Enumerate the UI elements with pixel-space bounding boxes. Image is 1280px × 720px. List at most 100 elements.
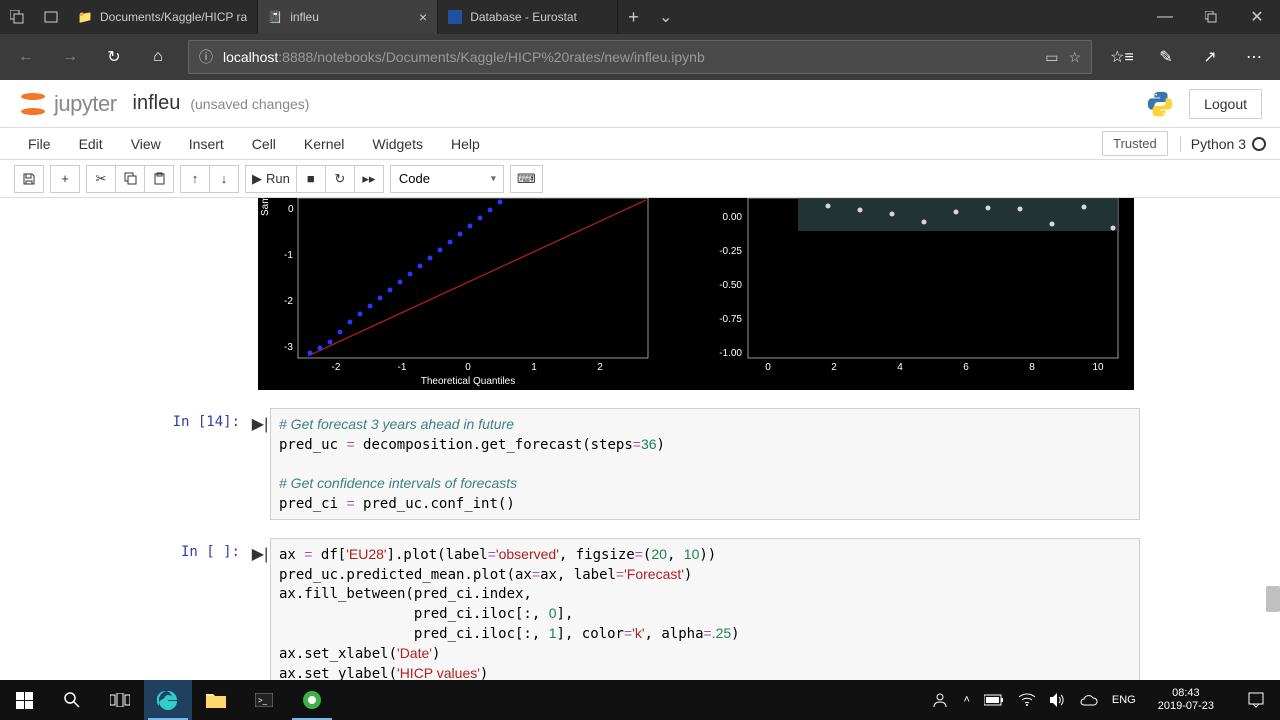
paste-button[interactable]: [144, 165, 174, 193]
scrollbar-thumb[interactable]: [1266, 586, 1280, 612]
plot-output: 0 -1 -2 -3 -2 -1 0 1 2 Theoretical Quant…: [258, 198, 1134, 390]
move-down-button[interactable]: ↓: [209, 165, 239, 193]
maximize-button[interactable]: [1188, 0, 1234, 34]
cell-type-select[interactable]: Code: [390, 165, 504, 193]
browser-tab-1[interactable]: 📁 Documents/Kaggle/HICP ra: [68, 0, 258, 34]
forward-button[interactable]: →: [50, 37, 90, 77]
kernel-indicator[interactable]: Python 3: [1180, 136, 1266, 152]
svg-text:0: 0: [765, 362, 771, 373]
svg-text:-0.25: -0.25: [719, 246, 742, 257]
jupyter-page: jupyter infleu (unsaved changes) Logout …: [0, 80, 1280, 680]
folder-icon: 📁: [78, 10, 92, 24]
browser-tab-3[interactable]: Database - Eurostat: [438, 0, 618, 34]
notebook-name[interactable]: infleu: [133, 92, 181, 115]
reading-view-icon[interactable]: ▭: [1045, 49, 1058, 66]
notifications-icon[interactable]: [1236, 680, 1276, 720]
svg-text:10: 10: [1092, 362, 1104, 373]
run-button[interactable]: ▶Run: [245, 165, 297, 193]
anaconda-app[interactable]: [288, 680, 336, 720]
cell-code[interactable]: # Get forecast 3 years ahead in future p…: [270, 408, 1140, 520]
jupyter-logo[interactable]: jupyter: [18, 89, 117, 119]
svg-text:-2: -2: [284, 296, 293, 307]
close-icon[interactable]: ×: [419, 9, 427, 25]
svg-text:8: 8: [1029, 362, 1035, 373]
chevron-up-icon[interactable]: ˄: [963, 694, 969, 706]
browser-tab-strip: 📁 Documents/Kaggle/HICP ra 📓 infleu × Da…: [0, 0, 1280, 34]
people-icon[interactable]: [931, 691, 949, 709]
file-explorer-app[interactable]: [192, 680, 240, 720]
logout-button[interactable]: Logout: [1189, 89, 1262, 119]
home-button[interactable]: ⌂: [138, 37, 178, 77]
restart-button[interactable]: ↻: [325, 165, 355, 193]
menu-insert[interactable]: Insert: [175, 130, 238, 158]
svg-text:-2: -2: [332, 362, 341, 373]
url-text: localhost:8888/notebooks/Documents/Kaggl…: [223, 49, 1035, 65]
interrupt-button[interactable]: ■: [296, 165, 326, 193]
refresh-button[interactable]: ↻: [94, 37, 134, 77]
tab-preview-icon[interactable]: [34, 0, 68, 34]
menu-file[interactable]: File: [14, 130, 65, 158]
menu-cell[interactable]: Cell: [238, 130, 290, 158]
cut-button[interactable]: ✂: [86, 165, 116, 193]
star-icon[interactable]: ☆: [1068, 49, 1081, 66]
more-icon[interactable]: ⋯: [1234, 37, 1274, 77]
tab-title: infleu: [290, 10, 411, 24]
terminal-app[interactable]: >_: [240, 680, 288, 720]
menu-widgets[interactable]: Widgets: [358, 130, 437, 158]
add-cell-button[interactable]: +: [50, 165, 80, 193]
tab-dropdown-icon[interactable]: ⌄: [649, 0, 683, 34]
move-up-button[interactable]: ↑: [180, 165, 210, 193]
jupyter-logo-text: jupyter: [54, 91, 117, 117]
trusted-badge[interactable]: Trusted: [1102, 131, 1168, 156]
browser-tab-2-active[interactable]: 📓 infleu ×: [258, 0, 438, 34]
svg-text:-0.75: -0.75: [719, 314, 742, 325]
run-cell-icon[interactable]: ▶|: [250, 538, 270, 680]
svg-text:-3: -3: [284, 342, 293, 353]
search-button[interactable]: [48, 680, 96, 720]
svg-text:-1.00: -1.00: [719, 348, 742, 359]
battery-icon[interactable]: [984, 694, 1004, 706]
onedrive-icon[interactable]: [1080, 694, 1098, 706]
wifi-icon[interactable]: [1018, 693, 1036, 707]
task-view-button[interactable]: [96, 680, 144, 720]
run-cell-icon[interactable]: ▶|: [250, 408, 270, 520]
minimize-button[interactable]: —: [1142, 0, 1188, 34]
menu-edit[interactable]: Edit: [65, 130, 117, 158]
address-bar[interactable]: ⓘ localhost:8888/notebooks/Documents/Kag…: [188, 40, 1092, 74]
menu-view[interactable]: View: [117, 130, 175, 158]
menu-kernel[interactable]: Kernel: [290, 130, 358, 158]
system-tray: ˄ ENG 08:43 2019-07-23: [931, 680, 1280, 720]
site-info-icon[interactable]: ⓘ: [199, 47, 213, 67]
svg-text:6: 6: [963, 362, 969, 373]
menu-help[interactable]: Help: [437, 130, 494, 158]
browser-nav-bar: ← → ↻ ⌂ ⓘ localhost:8888/notebooks/Docum…: [0, 34, 1280, 80]
code-cell-14[interactable]: In [14]: ▶| # Get forecast 3 years ahead…: [140, 408, 1140, 520]
notes-icon[interactable]: ✎: [1146, 37, 1186, 77]
y-axis-label: Sample Quantiles: [260, 198, 271, 216]
kernel-name-label: Python 3: [1191, 136, 1246, 152]
tab-title: Database - Eurostat: [470, 10, 607, 24]
clock[interactable]: 08:43 2019-07-23: [1150, 687, 1222, 713]
back-button[interactable]: ←: [6, 37, 46, 77]
edge-app[interactable]: [144, 680, 192, 720]
favorites-icon[interactable]: ☆≡: [1102, 37, 1142, 77]
volume-icon[interactable]: [1050, 693, 1066, 707]
save-button[interactable]: [14, 165, 44, 193]
start-button[interactable]: [0, 680, 48, 720]
notebook-content: 0 -1 -2 -3 -2 -1 0 1 2 Theoretical Quant…: [0, 198, 1280, 680]
copy-button[interactable]: [115, 165, 145, 193]
cell-prompt: In [14]:: [140, 408, 250, 520]
new-tab-button[interactable]: +: [618, 7, 649, 28]
toolbar: + ✂ ↑ ↓ ▶Run ■ ↻ ▸▸ Code ⌨: [0, 160, 1280, 198]
x-axis-label: Theoretical Quantiles: [421, 376, 516, 387]
command-palette-button[interactable]: ⌨: [510, 165, 543, 193]
tab-actions-icon[interactable]: [0, 0, 34, 34]
svg-text:2: 2: [597, 362, 603, 373]
language-indicator[interactable]: ENG: [1112, 694, 1136, 706]
restart-run-all-button[interactable]: ▸▸: [354, 165, 384, 193]
close-window-button[interactable]: ✕: [1234, 0, 1280, 34]
code-cell-empty[interactable]: In [ ]: ▶| ax = df['EU28'].plot(label='o…: [140, 538, 1140, 680]
share-icon[interactable]: ↗: [1190, 37, 1230, 77]
cell-code[interactable]: ax = df['EU28'].plot(label='observed', f…: [270, 538, 1140, 680]
svg-text:0: 0: [465, 362, 471, 373]
